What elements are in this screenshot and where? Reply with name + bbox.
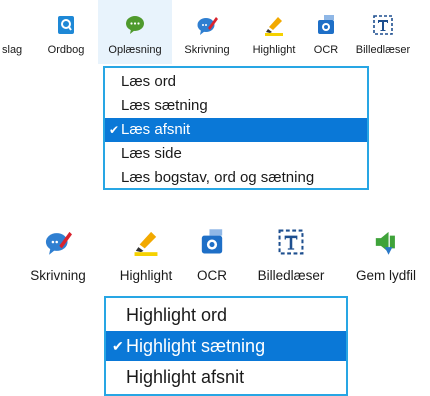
menu-item-highlight-saetning[interactable]: ✔ Highlight sætning	[106, 331, 346, 361]
speech-bubble-icon	[126, 16, 144, 34]
checkmark-icon: ✔	[112, 338, 124, 354]
toolbar-button-billedlaeser[interactable]: Billedlæser	[246, 224, 336, 296]
menu-item-highlight-afsnit[interactable]: Highlight afsnit	[106, 362, 346, 392]
toolbar-button-label: slag	[2, 44, 23, 56]
toolbar-button-ordbog[interactable]: Ordbog	[40, 0, 92, 64]
save-audio-icon	[375, 231, 395, 255]
menu-item-highlight-ord[interactable]: Highlight ord	[106, 300, 346, 330]
toolbar-button-highlight[interactable]: Highlight	[244, 0, 304, 64]
menu-item-label: Læs bogstav, ord og sætning	[121, 169, 315, 186]
camera-ocr-icon	[201, 229, 223, 254]
toolbar-button-label: Highlight	[252, 44, 296, 56]
toolbar-button-label: Gem lydfil	[355, 268, 416, 283]
menu-item-label: Læs afsnit	[121, 121, 191, 138]
toolbar-button-billedlaeser[interactable]: Billedlæser	[350, 0, 416, 64]
toolbar-button-skrivning[interactable]: Skrivning	[16, 224, 100, 296]
checkmark-icon: ✔	[109, 123, 120, 137]
toolbar-button-ocr[interactable]: OCR	[190, 224, 234, 296]
highlight-mode-menu: Highlight ord ✔ Highlight sætning Highli…	[104, 296, 348, 396]
menu-item-laes-ord[interactable]: Læs ord	[105, 70, 367, 94]
toolbar-bottom: Skrivning Highlight OCR Billedlæser Gem	[0, 224, 430, 296]
highlighter-icon	[265, 17, 283, 36]
menu-item-laes-afsnit[interactable]: ✔ Læs afsnit	[105, 118, 367, 142]
text-frame-icon	[278, 229, 304, 255]
toolbar-button-label: Skrivning	[30, 268, 86, 283]
toolbar-button-ocr[interactable]: OCR	[306, 0, 346, 64]
toolbar-button-label: Billedlæser	[355, 44, 411, 56]
menu-item-laes-bogstav-ord-saetning[interactable]: Læs bogstav, ord og sætning	[105, 166, 367, 190]
toolbar-button-gem-lydfil[interactable]: Gem lydfil	[344, 224, 428, 296]
writing-bubble-icon	[45, 231, 72, 255]
toolbar-button-skrivning[interactable]: Skrivning	[176, 0, 238, 64]
toolbar-button-label: OCR	[197, 268, 227, 283]
menu-item-label: Highlight afsnit	[126, 367, 245, 387]
menu-item-label: Læs sætning	[121, 97, 208, 114]
menu-item-laes-side[interactable]: Læs side	[105, 142, 367, 166]
toolbar-button-oplaesning[interactable]: Oplæsning	[98, 0, 172, 64]
toolbar-button-label: Skrivning	[184, 44, 230, 56]
menu-item-label: Læs side	[121, 145, 182, 162]
highlighter-icon	[134, 231, 158, 256]
toolbar-button-label: Billedlæser	[257, 268, 325, 283]
toolbar-button-label: Highlight	[119, 268, 173, 283]
toolbar-button-label: OCR	[313, 44, 339, 56]
writing-bubble-icon	[197, 17, 218, 35]
toolbar-button-label: Oplæsning	[108, 44, 162, 56]
toolbar-button-truncated[interactable]: slag	[0, 0, 40, 64]
camera-ocr-icon	[318, 15, 334, 34]
menu-item-label: Highlight sætning	[126, 336, 266, 356]
toolbar-button-highlight[interactable]: Highlight	[108, 224, 184, 296]
toolbar-button-label: Ordbog	[47, 44, 85, 56]
toolbar-top: slag Ordbog Oplæsning Skrivning Highligh…	[0, 0, 430, 64]
text-frame-icon	[373, 15, 393, 35]
reading-mode-menu: Læs ord Læs sætning ✔ Læs afsnit Læs sid…	[103, 66, 369, 190]
menu-item-label: Highlight ord	[126, 305, 228, 325]
menu-item-laes-saetning[interactable]: Læs sætning	[105, 94, 367, 118]
dictionary-icon	[58, 16, 74, 34]
menu-item-label: Læs ord	[121, 73, 177, 90]
